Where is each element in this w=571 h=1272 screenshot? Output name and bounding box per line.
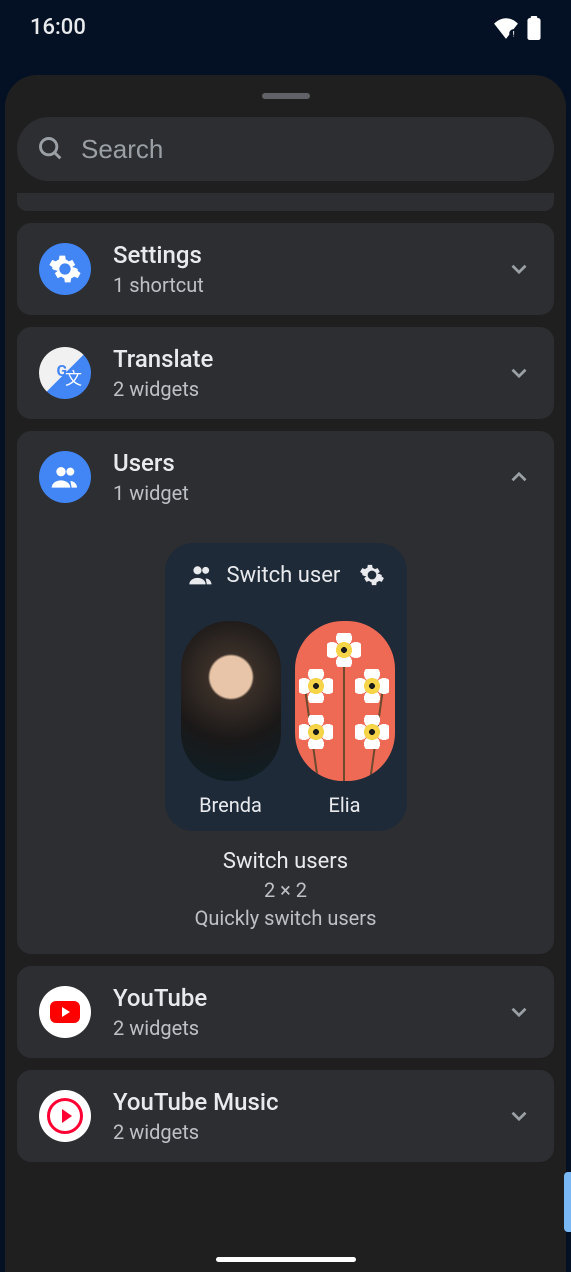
search-bar[interactable] xyxy=(17,117,554,181)
app-subtitle: 2 widgets xyxy=(113,377,484,401)
widget-preview-area: Switch user Brenda xyxy=(17,523,554,954)
wifi-icon: ! xyxy=(493,17,519,39)
app-header-translate[interactable]: G文 Translate 2 widgets xyxy=(17,327,554,419)
battery-icon xyxy=(527,16,541,40)
drag-handle[interactable] xyxy=(262,93,310,99)
app-name: Translate xyxy=(113,345,484,373)
app-card-settings: Settings 1 shortcut xyxy=(17,223,554,315)
app-widget-list: Settings 1 shortcut G文 Translate 2 widge… xyxy=(5,193,566,1162)
settings-app-icon xyxy=(39,243,91,295)
youtube-app-icon xyxy=(39,986,91,1038)
widget-title: Switch users xyxy=(195,849,377,874)
chevron-up-icon xyxy=(506,464,532,490)
status-bar: 16:00 ! xyxy=(0,0,571,55)
app-subtitle: 2 widgets xyxy=(113,1120,484,1144)
app-name: Users xyxy=(113,449,484,477)
app-subtitle: 2 widgets xyxy=(113,1016,484,1040)
chevron-down-icon xyxy=(506,1103,532,1129)
chevron-down-icon xyxy=(506,256,532,282)
gear-icon xyxy=(48,252,82,286)
app-info: YouTube 2 widgets xyxy=(113,984,484,1040)
switch-user-widget[interactable]: Switch user Brenda xyxy=(165,543,407,831)
app-header-settings[interactable]: Settings 1 shortcut xyxy=(17,223,554,315)
user-item-elia[interactable]: Elia xyxy=(295,621,395,817)
translate-app-icon: G文 xyxy=(39,347,91,399)
app-header-youtube-music[interactable]: YouTube Music 2 widgets xyxy=(17,1070,554,1162)
app-card-youtube: YouTube 2 widgets xyxy=(17,966,554,1058)
app-subtitle: 1 widget xyxy=(113,481,484,505)
status-icons: ! xyxy=(493,16,541,40)
app-card-youtube-music: YouTube Music 2 widgets xyxy=(17,1070,554,1162)
app-info: YouTube Music 2 widgets xyxy=(113,1088,484,1144)
app-name: Settings xyxy=(113,241,484,269)
users-app-icon xyxy=(39,451,91,503)
status-time: 16:00 xyxy=(30,15,86,40)
app-info: Translate 2 widgets xyxy=(113,345,484,401)
app-subtitle: 1 shortcut xyxy=(113,273,484,297)
user-item-brenda[interactable]: Brenda xyxy=(181,621,281,817)
svg-text:!: ! xyxy=(513,29,515,38)
svg-text:文: 文 xyxy=(65,369,82,389)
users-row: Brenda xyxy=(181,621,391,817)
youtube-music-app-icon xyxy=(39,1090,91,1142)
app-header-users[interactable]: Users 1 widget xyxy=(17,431,554,523)
avatar xyxy=(181,621,281,781)
widget-picker-panel: Settings 1 shortcut G文 Translate 2 widge… xyxy=(5,75,566,1272)
app-header-youtube[interactable]: YouTube 2 widgets xyxy=(17,966,554,1058)
scroll-indicator[interactable] xyxy=(564,1172,571,1232)
people-icon xyxy=(187,561,215,589)
user-name: Elia xyxy=(329,793,361,817)
app-name: YouTube Music xyxy=(113,1088,484,1116)
previous-card-edge xyxy=(17,193,554,211)
search-input[interactable] xyxy=(81,134,534,165)
chevron-down-icon xyxy=(506,360,532,386)
play-icon xyxy=(50,1001,80,1023)
chevron-down-icon xyxy=(506,999,532,1025)
gear-icon[interactable] xyxy=(359,562,385,588)
app-info: Settings 1 shortcut xyxy=(113,241,484,297)
widget-meta: Switch users 2 × 2 Quickly switch users xyxy=(195,849,377,930)
avatar xyxy=(295,621,395,781)
widget-size: 2 × 2 xyxy=(195,878,377,902)
app-name: YouTube xyxy=(113,984,484,1012)
app-card-users: Users 1 widget Switch user Brenda xyxy=(17,431,554,954)
people-icon xyxy=(49,461,81,493)
app-info: Users 1 widget xyxy=(113,449,484,505)
widget-header-row: Switch user xyxy=(181,561,391,603)
app-card-translate: G文 Translate 2 widgets xyxy=(17,327,554,419)
translate-icon: G文 xyxy=(48,356,82,390)
search-icon xyxy=(37,135,65,163)
user-name: Brenda xyxy=(199,793,262,817)
play-circle-icon xyxy=(47,1098,83,1134)
widget-header-label: Switch user xyxy=(227,563,347,588)
widget-description: Quickly switch users xyxy=(195,906,377,930)
navigation-bar-handle[interactable] xyxy=(216,1257,356,1262)
